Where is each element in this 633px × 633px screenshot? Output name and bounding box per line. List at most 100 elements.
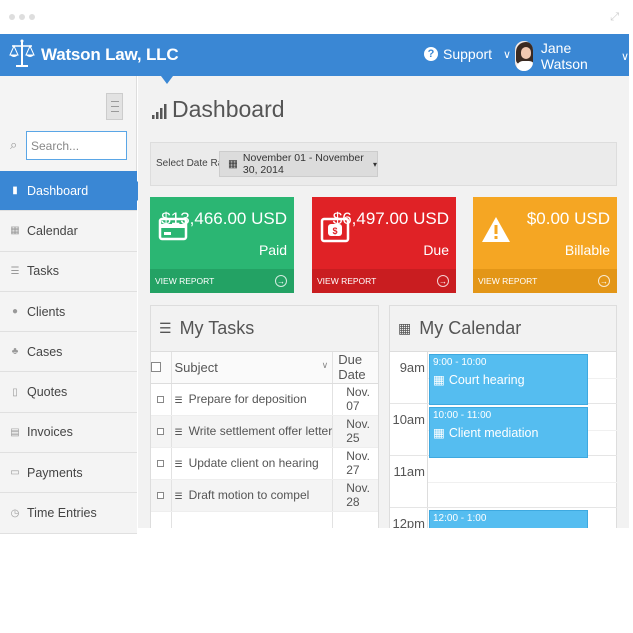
clock-icon: ◷ [10,507,20,519]
sidebar-item-label: Dashboard [27,183,89,198]
chevron-down-icon: ∨ [503,48,512,61]
sidebar-item-cases[interactable]: ♣ Cases [0,332,137,373]
sidebar-item-invoices[interactable]: ▤ Invoices [0,412,137,454]
calendar-icon: ▦ [398,320,412,336]
task-due-date: Nov. 25 [332,415,378,448]
top-bar: Watson Law, LLC ? Support ∨ Jane Watson … [0,34,629,76]
support-menu[interactable]: ? Support ∨ [424,46,511,62]
sort-chevron-icon: ∨ [321,359,329,370]
sitemap-icon: ♣ [11,346,19,358]
due-date-column-header[interactable]: Due Date [332,352,378,384]
view-report-label: VIEW REPORT [317,276,377,286]
sidebar-item-tasks[interactable]: ☰ Tasks [0,251,137,292]
task-checkbox[interactable] [157,492,165,499]
tasks-panel-header: ☰ My Tasks [151,306,378,352]
task-due-date: Nov. 27 [332,447,378,480]
task-icon: ☰ [174,395,183,405]
event-name: Court hearing [448,372,525,387]
task-subject: Update client on hearing [188,456,319,470]
date-range-bar: Select Date Range: ▦ November 01 - Novem… [150,142,617,186]
sidebar-item-clients[interactable]: ● Clients [0,291,137,333]
event-name: Client mediation [448,425,539,440]
hour-label: 10am [392,412,425,427]
tasks-title: My Tasks [179,318,255,338]
task-icon: ☰ [174,427,183,437]
calendar-title: My Calendar [419,318,522,338]
question-icon: ? [424,47,438,61]
sidebar-nav: ▮ Dashboard ▦ Calendar ☰ Tasks ● Clients… [0,171,147,534]
task-checkbox[interactable] [157,396,165,403]
sidebar-item-quotes[interactable]: ▯ Quotes [0,372,137,413]
sidebar: ⌕ ▮ Dashboard ▦ Calendar ☰ Tasks ● Clien… [0,76,147,534]
app-title: Watson Law, LLC [41,45,179,64]
billable-view-report-link[interactable]: VIEW REPORT → [473,269,617,293]
paid-card: $13,466.00 USD Paid VIEW REPORT → [150,197,294,293]
search-input[interactable] [26,131,127,160]
arrow-right-icon: → [598,275,610,287]
expand-icon[interactable]: ⤢ [610,11,619,24]
due-card: $ $6,497.00 USD Due VIEW REPORT → [312,197,456,293]
window-dot-icon[interactable] [19,14,25,20]
date-range-select[interactable]: ▦ November 01 - November 30, 2014 ▾ [219,151,378,177]
window-dot-icon[interactable] [9,14,15,20]
scales-logo-icon [9,39,35,67]
sidebar-item-payments[interactable]: ▭ Payments [0,453,137,494]
main-content: Dashboard Select Date Range: ▦ November … [138,76,629,528]
sidebar-item-calendar[interactable]: ▦ Calendar [0,211,137,252]
window-chrome: ⤢ [0,0,633,34]
sidebar-toggle-button[interactable] [106,93,123,120]
due-view-report-link[interactable]: VIEW REPORT → [312,269,456,293]
sidebar-item-dashboard[interactable]: ▮ Dashboard [0,171,147,212]
task-due-date: Nov. 28 [332,479,378,512]
arrow-right-icon: → [275,275,287,287]
calendar-icon: ▦ [228,158,238,170]
invoice-icon: ▤ [10,426,20,438]
task-icon: ☰ [174,491,183,501]
billable-amount: $0.00 USD [526,209,610,228]
chevron-down-icon: ∨ [620,50,629,63]
table-header-row: Subject ∨ Due Date [151,352,378,384]
sidebar-item-label: Invoices [27,425,73,440]
calendar-event[interactable]: 12:00 - 1:00 [429,510,588,528]
list-icon: ☰ [10,265,20,277]
arrow-right-icon: → [437,275,449,287]
table-row[interactable]: ☰ Draft motion to compel Nov. 28 [151,479,378,512]
hour-label: 11am [393,464,425,479]
date-range-value: November 01 - November 30, 2014 [242,152,364,176]
paid-amount: $13,466.00 USD [161,209,287,228]
users-icon: ● [11,306,19,318]
window-dot-icon[interactable] [29,14,35,20]
bar-chart-icon [152,104,167,119]
search-icon: ⌕ [10,137,18,152]
chevron-down-icon: ▾ [372,159,377,169]
subject-column-header[interactable]: Subject ∨ [171,352,334,384]
tasks-table: Subject ∨ Due Date ☰ Prepare for depositi… [151,352,378,528]
task-subject: Draft motion to compel [188,488,310,502]
task-subject: Write settlement offer letter [188,424,333,438]
table-row[interactable]: ☰ Write settlement offer letter Nov. 25 [151,415,378,448]
calendar-day-view: 9am 10am 11am 12pm 9:00 - 10:00 ▦ Court h… [390,352,617,528]
tasks-panel: ☰ My Tasks Subject ∨ Due Date ☰ Prepare f… [150,305,379,528]
paid-view-report-link[interactable]: VIEW REPORT → [150,269,294,293]
table-row[interactable]: ☰ Prepare for deposition Nov. 07 [151,383,378,416]
task-checkbox[interactable] [157,460,165,467]
event-time: 10:00 - 11:00 [433,410,492,421]
calendar-event[interactable]: 9:00 - 10:00 ▦ Court hearing [429,354,588,405]
sidebar-item-time-entries[interactable]: ◷ Time Entries [0,493,137,534]
view-report-label: VIEW REPORT [478,276,538,286]
event-time: 12:00 - 1:00 [433,513,487,524]
calendar-panel-header: ▦ My Calendar [390,306,616,352]
sidebar-item-label: Time Entries [27,506,97,521]
hour-label: 12pm [392,516,425,528]
event-time: 9:00 - 10:00 [433,357,487,368]
credit-card-icon: ▭ [10,467,20,479]
support-label: Support [443,46,493,62]
subject-header-label: Subject [174,359,218,375]
file-icon: ▯ [12,386,18,398]
calendar-event[interactable]: 10:00 - 11:00 ▦ Client mediation [429,407,588,458]
sidebar-item-label: Payments [27,465,83,480]
table-row[interactable]: ☰ Update client on hearing Nov. 27 [151,447,378,480]
select-all-checkbox[interactable] [151,352,172,384]
task-checkbox[interactable] [157,428,165,435]
user-menu[interactable]: Jane Watson ∨ [515,40,629,72]
